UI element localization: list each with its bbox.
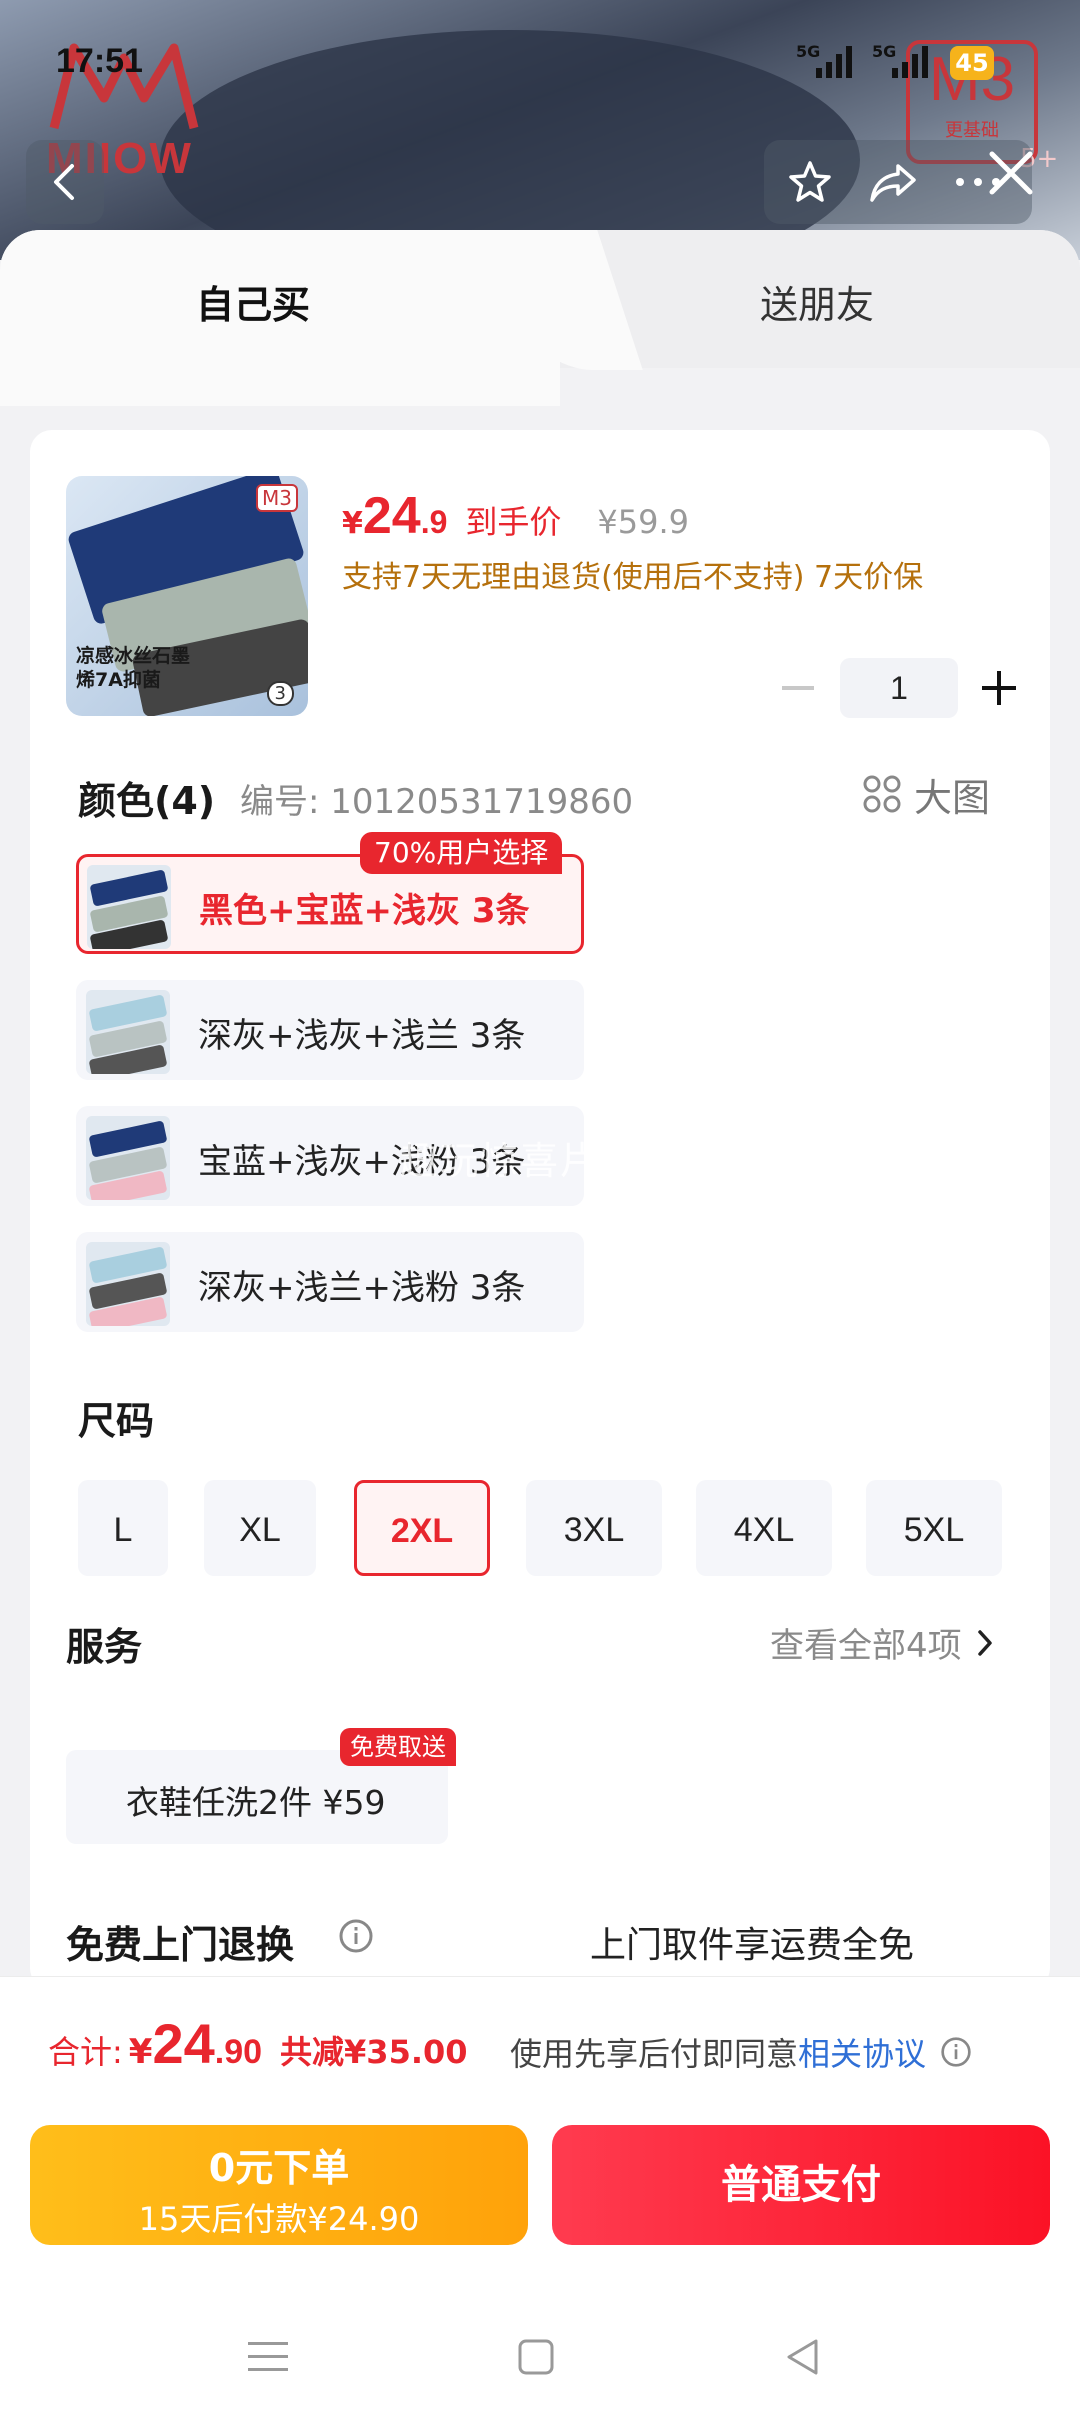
total-label: 合计: — [48, 2033, 123, 2071]
original-price: ¥59.9 — [597, 503, 690, 541]
back-button[interactable] — [26, 140, 104, 224]
quantity-value[interactable]: 1 — [840, 658, 958, 718]
price-row: ¥ 24 .9 到手价 ¥59.9 — [342, 486, 689, 546]
color-option-thumb — [86, 1116, 170, 1200]
tab-buy-for-self[interactable]: 自己买 — [196, 274, 310, 329]
grid-icon — [863, 775, 901, 813]
color-option-4[interactable]: 深灰+浅兰+浅粉 3条 — [76, 1232, 584, 1332]
signal-bars-1-icon — [816, 46, 852, 78]
watermark-text: 趣玩惊喜片 — [400, 1139, 601, 1183]
size-section-title: 尺码 — [78, 1399, 155, 1443]
zero-down-order-button[interactable]: 0元下单 15天后付款¥24.90 — [30, 2125, 528, 2245]
color-option-thumb — [87, 865, 171, 949]
color-option-label: 深灰+浅兰+浅粉 3条 — [198, 1268, 526, 1308]
service-section-title: 服务 — [66, 1625, 143, 1669]
agreement-row: 使用先享后付即同意 相关协议 — [510, 2029, 972, 2075]
big-image-label: 大图 — [914, 775, 991, 820]
share-button[interactable] — [868, 156, 920, 208]
back-triangle-icon — [787, 2339, 818, 2375]
free-return-title: 免费上门退换 — [66, 1923, 295, 1967]
quantity-plus-button[interactable] — [970, 658, 1028, 718]
signal-bars-2-icon — [892, 46, 928, 78]
price-decimal: .9 — [420, 504, 448, 540]
size-option-4xl[interactable]: 4XL — [696, 1480, 832, 1576]
popular-tag: 70%用户选择 — [360, 832, 563, 874]
plus-icon — [982, 671, 1016, 705]
product-code: 编号: 10120531719860 — [240, 782, 634, 822]
size-option-l[interactable]: L — [78, 1480, 168, 1576]
price-currency: ¥ — [342, 506, 363, 541]
info-icon[interactable] — [338, 1918, 374, 1954]
home-square-icon — [518, 2339, 554, 2375]
view-all-label: 查看全部4项 — [770, 1626, 962, 1666]
menu-icon — [248, 2342, 288, 2371]
size-option-3xl[interactable]: 3XL — [526, 1480, 662, 1576]
total-decimal: .90 — [214, 2033, 263, 2071]
thumb-count: 3 — [266, 681, 294, 706]
size-option-2xl[interactable]: 2XL — [354, 1480, 490, 1576]
total-saved: 共减¥35.00 — [280, 2033, 468, 2071]
total-currency: ¥ — [128, 2032, 153, 2072]
back-icon — [54, 164, 74, 200]
nav-menu-button[interactable] — [238, 2327, 298, 2387]
agreement-text: 使用先享后付即同意 — [510, 2035, 799, 2073]
chevron-right-icon — [977, 1629, 992, 1656]
normal-pay-button[interactable]: 普通支付 — [552, 2125, 1050, 2245]
big-image-button[interactable]: 大图 — [862, 764, 990, 824]
thumb-m3-badge: M3 — [256, 484, 298, 512]
nav-home-button[interactable] — [506, 2327, 566, 2387]
purchase-tabs: 自己买 送朋友 — [0, 230, 1080, 406]
zero-down-subtitle: 15天后付款¥24.90 — [138, 2200, 420, 2238]
favorite-button[interactable] — [784, 156, 836, 208]
color-section-title: 颜色(4) — [78, 779, 216, 823]
free-return-desc: 上门取件享运费全免 — [590, 1925, 915, 1966]
info-icon[interactable] — [940, 2036, 972, 2068]
service-option-label: 衣鞋任洗2件 ¥59 — [126, 1783, 386, 1822]
color-option-2[interactable]: 深灰+浅灰+浅兰 3条 — [76, 980, 584, 1080]
view-all-services-link[interactable]: 查看全部4项 — [770, 1618, 994, 1667]
zero-down-title: 0元下单 — [208, 2146, 350, 2190]
color-option-thumb — [86, 1242, 170, 1326]
color-option-label: 深灰+浅灰+浅兰 3条 — [198, 1016, 526, 1056]
close-icon — [989, 151, 1033, 195]
quantity-minus-button[interactable] — [770, 658, 826, 718]
size-option-xl[interactable]: XL — [204, 1480, 316, 1576]
free-pickup-badge: 免费取送 — [340, 1728, 456, 1766]
price-label: 到手价 — [465, 503, 562, 541]
star-icon — [789, 161, 831, 202]
order-total: 合计: ¥ 24 .90 共减¥35.00 — [48, 2011, 468, 2076]
checkout-footer: 合计: ¥ 24 .90 共减¥35.00 使用先享后付即同意 相关协议 0元下… — [0, 1976, 1080, 2412]
battery-icon: 45 — [950, 46, 994, 80]
minus-icon — [782, 686, 814, 690]
return-promise[interactable]: 支持7天无理由退货(使用后不支持) 7天价保 — [342, 552, 923, 596]
product-thumbnail[interactable]: M3 凉感冰丝石墨烯7A抑菌 3 — [66, 476, 308, 716]
nav-back-button[interactable] — [772, 2327, 832, 2387]
price-integer: 24 — [362, 487, 421, 545]
thumb-caption: 凉感冰丝石墨烯7A抑菌 — [76, 645, 191, 691]
status-bar: 17:51 5G 5G 45 — [0, 0, 1080, 120]
tab-send-friend[interactable]: 送朋友 — [760, 274, 874, 329]
system-nav-bar — [0, 2297, 1080, 2412]
color-option-thumb — [86, 990, 170, 1074]
purchase-sheet: 自己买 送朋友 M3 凉感冰丝石墨烯7A抑菌 3 ¥ 24 .9 到手价 ¥59… — [0, 230, 1080, 1976]
status-time: 17:51 — [56, 42, 143, 80]
color-option-label: 黑色+宝蓝+浅灰 3条 — [199, 891, 530, 931]
share-icon — [870, 164, 916, 202]
close-button[interactable] — [976, 138, 1046, 208]
size-option-5xl[interactable]: 5XL — [866, 1480, 1002, 1576]
sku-card: M3 凉感冰丝石墨烯7A抑菌 3 ¥ 24 .9 到手价 ¥59.9 支持7天无… — [30, 430, 1050, 1976]
quantity-stepper: 1 — [770, 658, 1028, 718]
total-integer: 24 — [152, 2012, 215, 2075]
agreement-link[interactable]: 相关协议 — [798, 2029, 926, 2075]
